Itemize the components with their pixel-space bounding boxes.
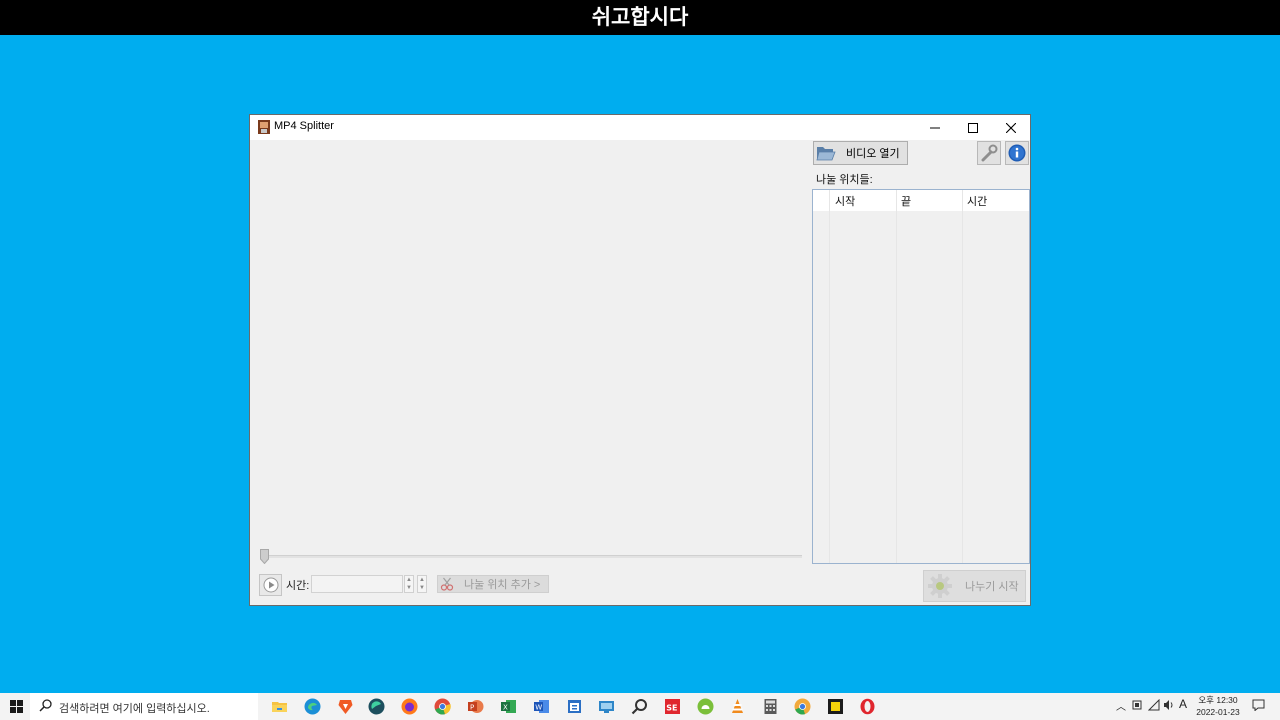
edge-dev-icon[interactable] xyxy=(368,698,385,715)
column-end[interactable]: 끝 xyxy=(901,193,911,209)
settings-button[interactable] xyxy=(977,141,1001,165)
word-icon[interactable]: W xyxy=(533,698,550,715)
maximize-button[interactable] xyxy=(954,115,992,140)
scissors-icon xyxy=(440,577,454,591)
play-button[interactable] xyxy=(259,574,282,596)
tray-app-icon[interactable] xyxy=(1132,699,1142,711)
time-spinner-b[interactable]: ▲ ▼ xyxy=(417,575,427,593)
start-split-button[interactable]: 나누기 시작 xyxy=(923,570,1026,602)
seek-slider-track[interactable] xyxy=(260,555,802,558)
minimize-button[interactable] xyxy=(916,115,954,140)
column-start[interactable]: 시작 xyxy=(835,193,855,209)
remote-desktop-icon[interactable] xyxy=(598,698,615,715)
search-icon xyxy=(39,699,52,712)
svg-text:SE: SE xyxy=(666,704,677,713)
close-button[interactable] xyxy=(992,115,1030,140)
tray-chevron-up-icon[interactable]: ︿ xyxy=(1116,698,1126,713)
window-title: MP4 Splitter xyxy=(274,120,334,132)
system-clock[interactable]: 오후 12:30 2022-01-23 xyxy=(1194,694,1242,718)
firefox-icon[interactable] xyxy=(401,698,418,715)
volume-icon[interactable] xyxy=(1163,699,1175,711)
split-positions-label: 나눌 위치들: xyxy=(816,174,873,186)
add-split-label: 나눌 위치 추가 > xyxy=(464,579,541,591)
top-banner: 쉬고합시다 xyxy=(0,0,1280,35)
opera-icon[interactable] xyxy=(859,698,876,715)
column-divider xyxy=(896,190,897,563)
brave-icon[interactable] xyxy=(337,698,354,715)
svg-text:P: P xyxy=(470,704,474,712)
ime-indicator[interactable]: A xyxy=(1179,697,1187,711)
banner-text: 쉬고합시다 xyxy=(591,5,689,29)
powerpoint-icon[interactable]: P xyxy=(467,698,484,715)
svg-text:W: W xyxy=(535,704,542,712)
open-video-button[interactable]: 비디오 열기 xyxy=(813,141,908,165)
app-window: MP4 Splitter 시간: ▲ ▼ ▲ ▼ 나눌 위치 추가 > 비디오 … xyxy=(249,114,1031,606)
calculator-icon[interactable] xyxy=(762,698,779,715)
windows-start-icon[interactable] xyxy=(10,700,23,713)
minimize-icon xyxy=(930,127,940,128)
about-button[interactable] xyxy=(1005,141,1029,165)
sticky-app-icon[interactable] xyxy=(827,698,844,715)
chrome-canary-icon[interactable] xyxy=(794,698,811,715)
excel-icon[interactable]: X xyxy=(500,698,517,715)
taskbar: 검색하려면 여기에 입력하십시오. P X W SE ︿ A 오후 12:30 … xyxy=(0,693,1280,720)
clock-date: 2022-01-23 xyxy=(1196,707,1240,717)
close-icon xyxy=(1006,122,1016,133)
taskbar-search-box[interactable]: 검색하려면 여기에 입력하십시오. xyxy=(30,693,258,720)
calendar-app-icon[interactable] xyxy=(566,698,583,715)
taskbar-search-placeholder: 검색하려면 여기에 입력하십시오. xyxy=(59,703,210,715)
column-divider xyxy=(829,190,830,563)
time-spinner-a[interactable]: ▲ ▼ xyxy=(404,575,414,593)
se-app-icon[interactable]: SE xyxy=(664,698,681,715)
list-header: 시작 끝 시간 xyxy=(813,190,1029,211)
vlc-icon[interactable] xyxy=(729,698,746,715)
app-icon xyxy=(258,120,270,134)
split-positions-list[interactable]: 시작 끝 시간 xyxy=(812,189,1030,564)
seek-slider-thumb[interactable] xyxy=(260,549,269,564)
wrench-icon xyxy=(981,144,998,162)
maximize-icon xyxy=(968,122,978,133)
svg-text:X: X xyxy=(503,704,508,712)
title-bar[interactable]: MP4 Splitter xyxy=(250,115,1030,140)
notification-icon[interactable] xyxy=(1252,699,1265,711)
add-split-position-button[interactable]: 나눌 위치 추가 > xyxy=(437,575,549,593)
edge-icon[interactable] xyxy=(304,698,321,715)
network-icon[interactable] xyxy=(1148,699,1160,711)
chrome-icon[interactable] xyxy=(434,698,451,715)
folder-open-icon xyxy=(816,147,836,161)
file-explorer-icon[interactable] xyxy=(271,698,288,715)
info-icon xyxy=(1008,144,1026,162)
time-label: 시간: xyxy=(286,580,310,592)
start-split-label: 나누기 시작 xyxy=(965,581,1019,593)
android-app-icon[interactable] xyxy=(697,698,714,715)
clock-time: 오후 12:30 xyxy=(1198,695,1238,705)
search-tool-icon[interactable] xyxy=(631,698,648,715)
time-input[interactable] xyxy=(311,575,403,593)
video-preview-area xyxy=(250,140,808,550)
column-duration[interactable]: 시간 xyxy=(967,193,987,209)
column-divider xyxy=(962,190,963,563)
gear-icon xyxy=(928,574,952,598)
open-video-label: 비디오 열기 xyxy=(846,148,900,160)
play-icon xyxy=(263,577,278,593)
